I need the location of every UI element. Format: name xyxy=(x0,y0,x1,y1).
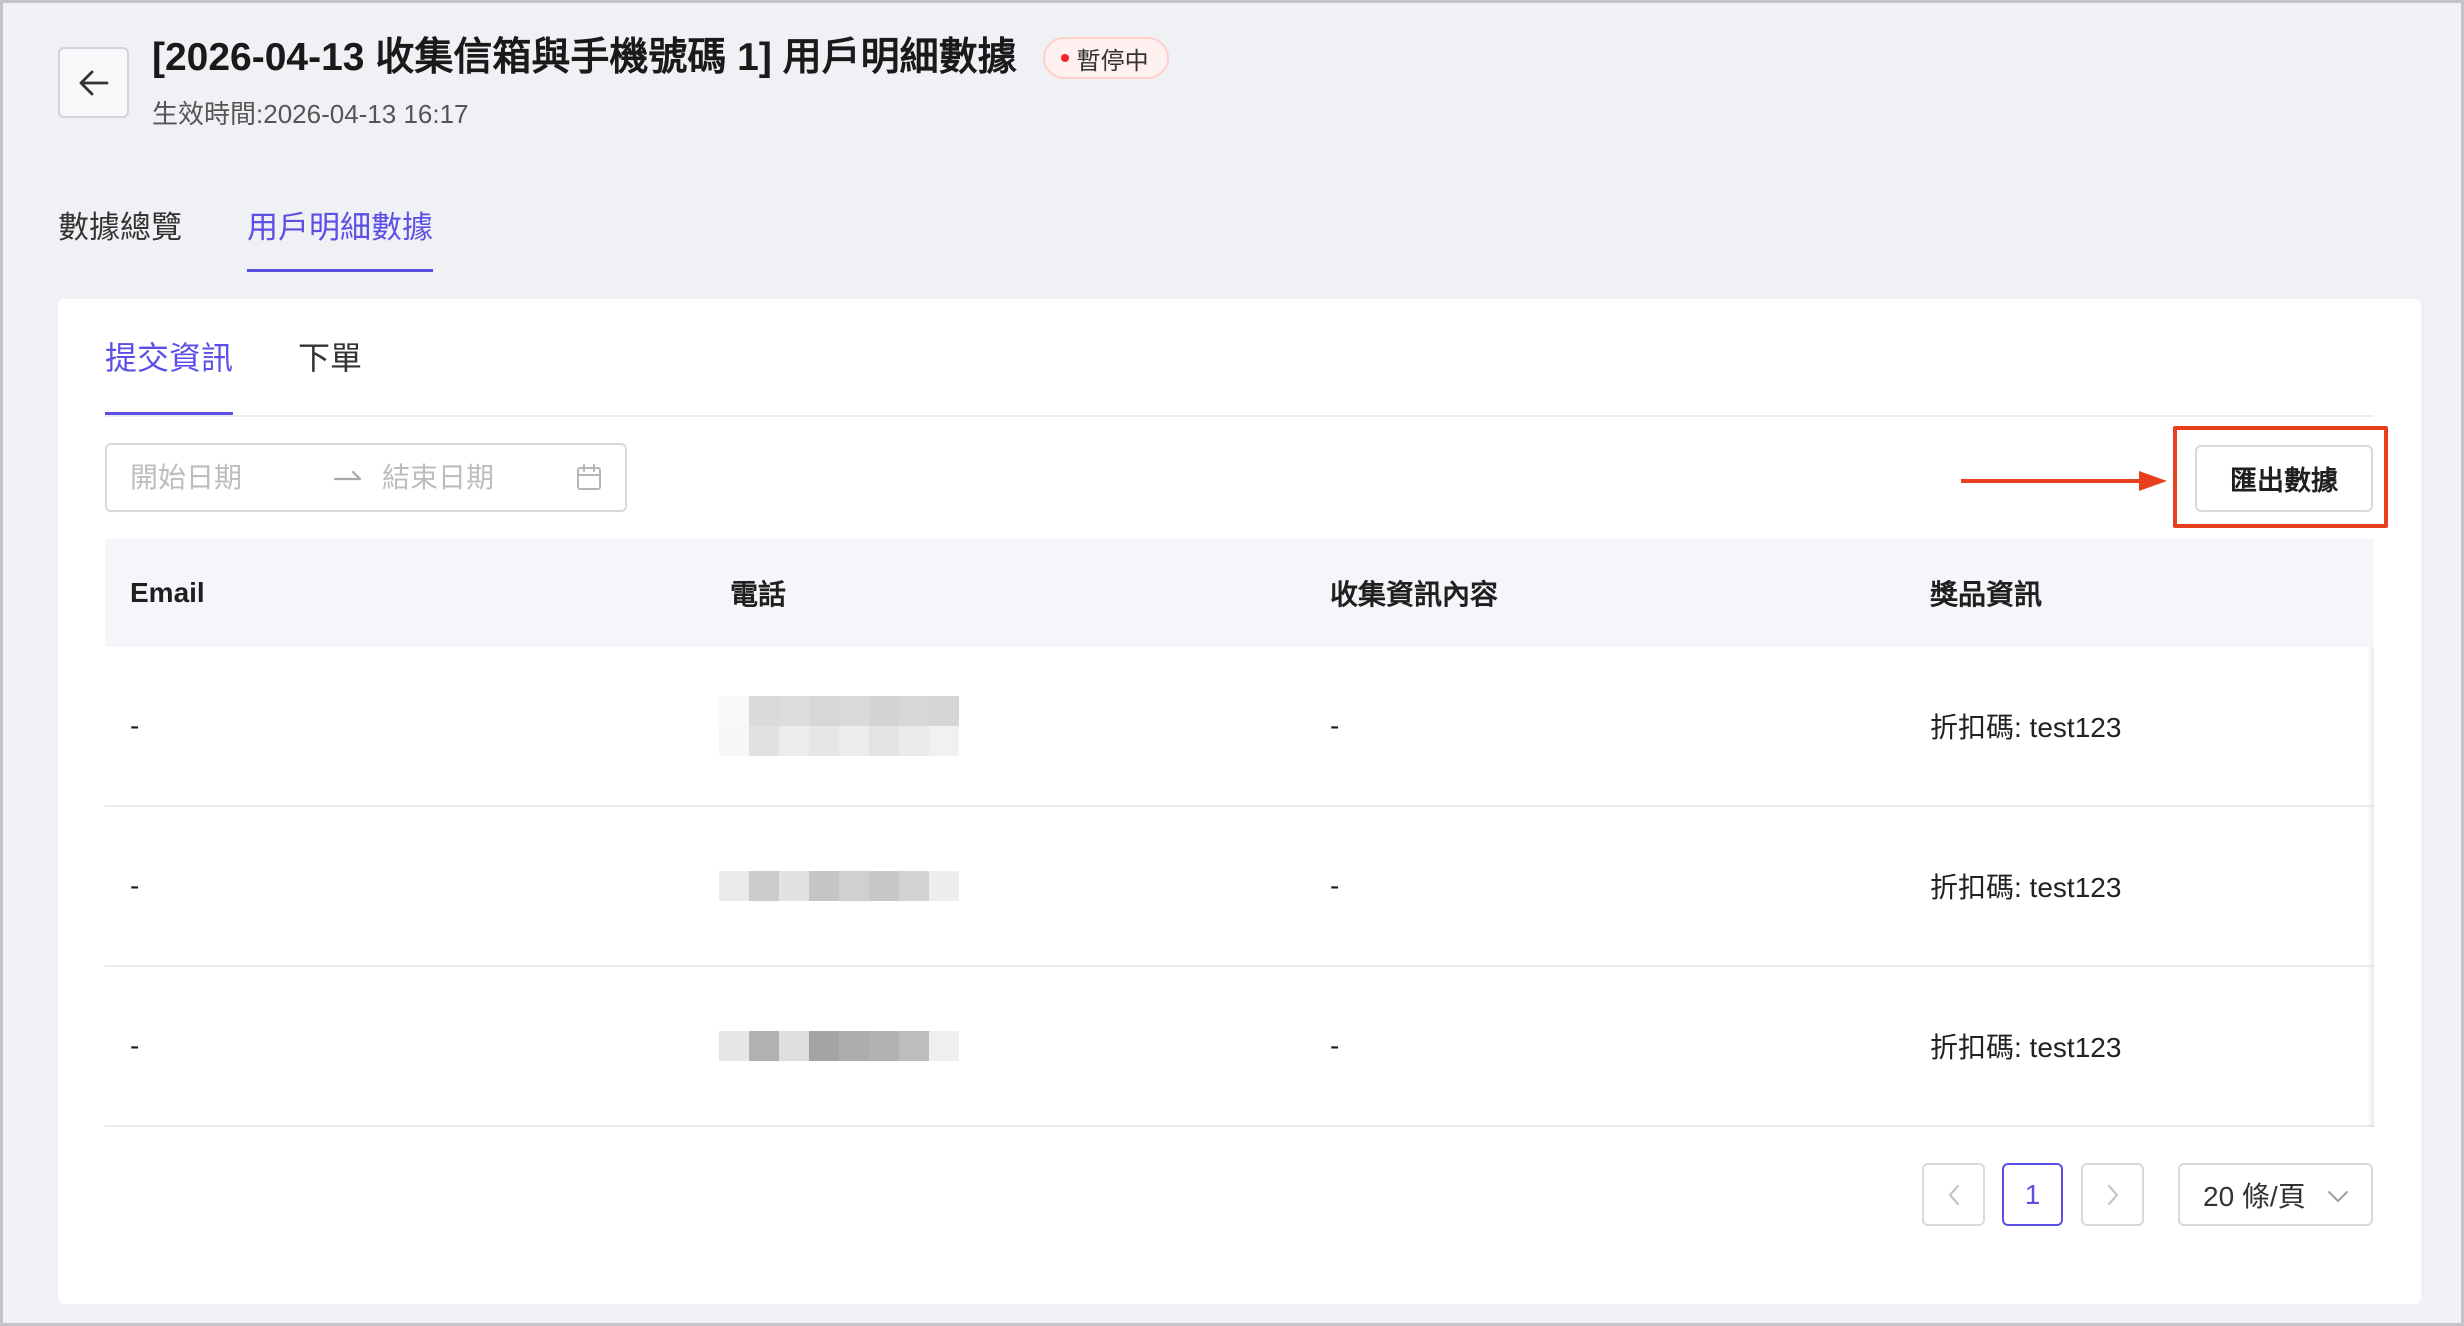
cell-email: - xyxy=(130,1030,140,1061)
cell-prize-info: 折扣碼: test123 xyxy=(1930,712,2122,743)
column-header-phone: 電話 xyxy=(730,579,787,610)
redacted-pixel xyxy=(809,1031,839,1061)
arrow-left-icon xyxy=(79,70,108,95)
redacted-pixel xyxy=(869,871,899,901)
redacted-pixel xyxy=(809,871,839,901)
redacted-pixel xyxy=(869,726,899,756)
redacted-pixel xyxy=(869,1031,899,1061)
redacted-pixel xyxy=(929,871,959,901)
redacted-pixel xyxy=(929,1031,959,1061)
redacted-pixel-row xyxy=(719,871,959,901)
end-date-input[interactable] xyxy=(382,445,567,510)
redacted-pixel xyxy=(899,1031,929,1061)
redacted-pixel xyxy=(749,696,779,726)
tab-orders[interactable]: 下單 xyxy=(298,335,362,415)
annotation-arrow-icon xyxy=(1961,471,2167,491)
redacted-pixel xyxy=(899,696,929,726)
cell-email: - xyxy=(130,710,140,741)
cell-phone xyxy=(705,1031,1305,1061)
redacted-pixel xyxy=(779,696,809,726)
page-size-select[interactable]: 20 條/頁 xyxy=(2178,1163,2373,1226)
redacted-pixel xyxy=(779,726,809,756)
redacted-phone-image xyxy=(719,696,959,756)
redacted-pixel xyxy=(719,871,749,901)
next-page-button[interactable] xyxy=(2081,1163,2144,1226)
redacted-pixel-row xyxy=(719,696,959,726)
cell-prize-info: 折扣碼: test123 xyxy=(1930,872,2122,903)
redacted-pixel xyxy=(719,1031,749,1061)
swap-right-icon xyxy=(333,470,362,481)
cell-phone xyxy=(705,871,1305,901)
pagination: 1 20 條/頁 xyxy=(58,1163,2421,1226)
chevron-left-icon xyxy=(1948,1184,1959,1205)
prev-page-button[interactable] xyxy=(1922,1163,1985,1226)
redacted-pixel xyxy=(839,696,869,726)
table-row: - - 折扣碼: test123 xyxy=(105,647,2374,807)
main-tabs: 數據總覽 用戶明細數據 xyxy=(58,205,433,272)
redacted-pixel xyxy=(749,726,779,756)
chevron-right-icon xyxy=(2107,1184,2118,1205)
redacted-pixel xyxy=(749,1031,779,1061)
redacted-pixel xyxy=(809,696,839,726)
table-row: - - 折扣碼: test123 xyxy=(105,967,2374,1127)
app-screen: [2026-04-13 收集信箱與手機號碼 1] 用戶明細數據 暫停中 生效時間… xyxy=(0,0,2464,1326)
tabs-divider xyxy=(105,415,2374,417)
page-title: [2026-04-13 收集信箱與手機號碼 1] 用戶明細數據 xyxy=(152,36,1017,79)
redacted-pixel xyxy=(809,726,839,756)
redacted-pixel xyxy=(719,696,749,726)
cell-phone xyxy=(705,696,1305,756)
date-range-picker[interactable] xyxy=(105,443,627,512)
redacted-phone-image xyxy=(719,871,959,901)
redacted-pixel xyxy=(749,871,779,901)
redacted-pixel xyxy=(779,871,809,901)
tab-data-overview[interactable]: 數據總覽 xyxy=(58,205,182,272)
tab-user-detail-data[interactable]: 用戶明細數據 xyxy=(247,205,433,272)
cell-collected-content: - xyxy=(1330,1030,1340,1061)
status-badge: 暫停中 xyxy=(1042,37,1169,79)
cell-collected-content: - xyxy=(1330,870,1340,901)
status-dot-icon xyxy=(1060,54,1069,62)
redacted-pixel xyxy=(929,726,959,756)
effective-time-label: 生效時間: xyxy=(152,99,264,129)
redacted-pixel xyxy=(869,696,899,726)
redacted-pixel xyxy=(719,726,749,756)
column-header-email: Email xyxy=(130,577,205,608)
redacted-pixel xyxy=(839,871,869,901)
redacted-pixel-row xyxy=(719,726,959,756)
title-row: [2026-04-13 收集信箱與手機號碼 1] 用戶明細數據 暫停中 xyxy=(152,34,1169,82)
effective-time: 生效時間:2026-04-13 16:17 xyxy=(152,99,469,129)
redacted-pixel xyxy=(779,1031,809,1061)
redacted-pixel-row xyxy=(719,1031,959,1061)
back-button[interactable] xyxy=(58,47,129,118)
content-card: 提交資訊 下單 匯出數據 Email 電話 收集資訊內容 xyxy=(58,299,2421,1304)
start-date-input[interactable] xyxy=(130,445,315,510)
table-row: - - 折扣碼: test123 xyxy=(105,807,2374,967)
cell-email: - xyxy=(130,870,140,901)
table-header: Email 電話 收集資訊內容 獎品資訊 xyxy=(105,539,2374,647)
column-header-collected-content: 收集資訊內容 xyxy=(1330,579,1499,610)
chevron-down-icon xyxy=(2328,1191,2348,1202)
effective-time-value: 2026-04-13 16:17 xyxy=(263,99,469,129)
redacted-pixel xyxy=(839,1031,869,1061)
redacted-pixel xyxy=(899,726,929,756)
tab-submitted-info[interactable]: 提交資訊 xyxy=(105,335,234,415)
page-number-current[interactable]: 1 xyxy=(2002,1163,2063,1226)
export-data-button[interactable]: 匯出數據 xyxy=(2195,445,2373,512)
table-scroll-shadow xyxy=(2367,647,2374,1127)
cell-prize-info: 折扣碼: test123 xyxy=(1930,1032,2122,1063)
calendar-icon[interactable] xyxy=(576,464,602,491)
sub-tabs: 提交資訊 下單 xyxy=(105,335,362,415)
status-badge-label: 暫停中 xyxy=(1076,47,1149,75)
redacted-pixel xyxy=(899,871,929,901)
user-detail-table: Email 電話 收集資訊內容 獎品資訊 - - 折扣碼: test123 - … xyxy=(105,539,2374,1127)
column-header-prize-info: 獎品資訊 xyxy=(1930,579,2043,610)
redacted-pixel xyxy=(839,726,869,756)
redacted-phone-image xyxy=(719,1031,959,1061)
page-size-value: 20 條/頁 xyxy=(2203,1180,2306,1212)
redacted-pixel xyxy=(929,696,959,726)
cell-collected-content: - xyxy=(1330,710,1340,741)
